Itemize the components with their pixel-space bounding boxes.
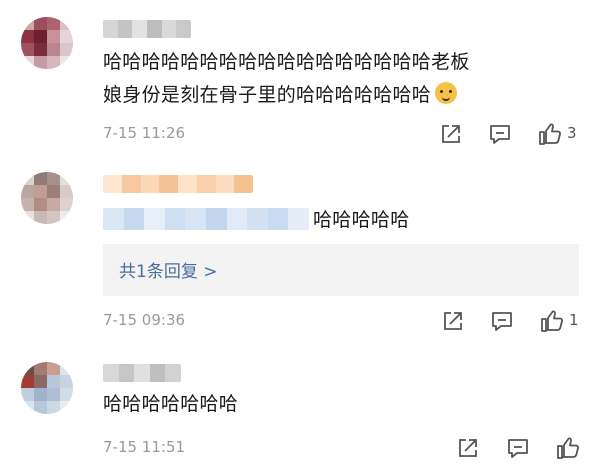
like-count: 3 bbox=[567, 124, 577, 142]
reply-preview[interactable]: 共1条回复 > bbox=[103, 244, 579, 296]
username-redacted[interactable] bbox=[103, 364, 181, 382]
share-icon[interactable] bbox=[455, 435, 481, 461]
comment-icon[interactable] bbox=[487, 121, 513, 147]
comment-icon[interactable] bbox=[489, 308, 515, 334]
comment-text-line: 哈哈哈哈哈哈哈哈哈哈哈哈哈哈哈哈哈老板 bbox=[103, 51, 470, 73]
share-icon[interactable] bbox=[438, 121, 464, 147]
timestamp: 7-15 11:51 bbox=[103, 438, 186, 456]
username-redacted[interactable] bbox=[103, 20, 191, 38]
doge-emoji-icon bbox=[435, 82, 458, 104]
avatar[interactable] bbox=[21, 17, 73, 69]
like-icon[interactable] bbox=[539, 308, 565, 334]
comment-item: 哈哈哈哈哈哈哈哈哈哈哈哈哈哈哈哈哈老板 娘身份是刻在骨子里的哈哈哈哈哈哈哈 7-… bbox=[0, 0, 600, 150]
comment-text: 哈哈哈哈哈哈哈 bbox=[103, 388, 238, 421]
timestamp: 7-15 11:26 bbox=[103, 124, 186, 142]
comment-text: 哈哈哈哈哈哈哈哈哈哈哈哈哈哈哈哈哈老板 娘身份是刻在骨子里的哈哈哈哈哈哈哈 bbox=[103, 46, 583, 112]
like-count: 1 bbox=[569, 311, 579, 329]
comment-text: 哈哈哈哈哈 bbox=[103, 204, 410, 237]
mention-redacted[interactable] bbox=[103, 208, 309, 230]
username-redacted[interactable] bbox=[103, 175, 253, 193]
timestamp: 7-15 09:36 bbox=[103, 311, 186, 329]
share-icon[interactable] bbox=[440, 308, 466, 334]
comment-icon[interactable] bbox=[505, 435, 531, 461]
comment-text-content: 哈哈哈哈哈 bbox=[313, 209, 410, 231]
comment-text-content: 哈哈哈哈哈哈哈 bbox=[103, 393, 239, 415]
comment-meta: 7-15 11:26 3 bbox=[0, 121, 600, 147]
avatar[interactable] bbox=[21, 172, 73, 224]
view-replies-link[interactable]: 共1条回复 > bbox=[119, 257, 217, 282]
comment-meta: 7-15 11:51 bbox=[0, 435, 600, 461]
comment-item: 哈哈哈哈哈 共1条回复 > 7-15 09:36 1 bbox=[0, 160, 600, 340]
comment-meta: 7-15 09:36 1 bbox=[0, 308, 600, 334]
avatar[interactable] bbox=[21, 362, 73, 414]
comment-text-line: 娘身份是刻在骨子里的哈哈哈哈哈哈哈 bbox=[103, 79, 583, 112]
comment-item: 哈哈哈哈哈哈哈 7-15 11:51 bbox=[0, 350, 600, 469]
like-icon[interactable] bbox=[537, 121, 563, 147]
like-icon[interactable] bbox=[555, 435, 581, 461]
